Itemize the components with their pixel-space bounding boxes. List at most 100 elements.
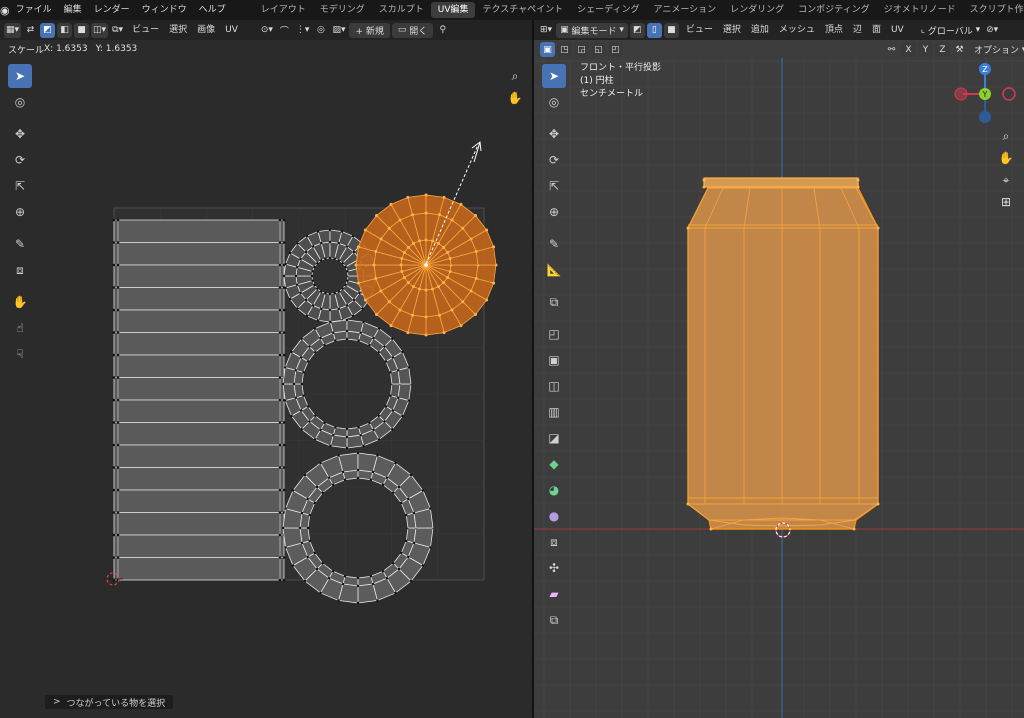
- uv-strip-face: [113, 264, 285, 288]
- scale-arrow-icon: [471, 141, 482, 163]
- viewport-canvas[interactable]: Z Y: [534, 20, 1024, 718]
- smooth-icon[interactable]: ●: [542, 504, 566, 528]
- blender-logo-icon[interactable]: ◉: [0, 0, 10, 20]
- gizmo-y-label: Y: [982, 90, 988, 99]
- move-icon[interactable]: ✥: [542, 122, 566, 146]
- loop-cut-icon[interactable]: ▥: [542, 400, 566, 424]
- uv-strip-face: [113, 444, 285, 468]
- uv-editor[interactable]: ▦▾ ⇄ ◩ ◧ ■ ◫▾ ⧉▾ ビュー 選択 画像 UV ⊙▾ ⌒ ⋮▾ ◎ ▨▾ …: [0, 20, 532, 718]
- workspace-tab[interactable]: テクスチャペイント: [475, 2, 570, 18]
- cursor-icon[interactable]: ◎: [8, 90, 32, 114]
- uv-strip-face: [113, 287, 285, 311]
- add-cube-icon[interactable]: ⧉: [542, 290, 566, 314]
- object-name: (1) 円柱: [580, 76, 614, 86]
- uv-strip-face: [113, 332, 285, 356]
- workspace-tab[interactable]: レイアウト: [254, 2, 313, 18]
- scale-icon[interactable]: ⇱: [542, 174, 566, 198]
- cylinder-rim: [703, 177, 859, 188]
- pan-hand-icon[interactable]: ✋: [996, 148, 1016, 168]
- last-operation-label: つながっている物を選択: [66, 698, 166, 709]
- shrink-fatten-icon[interactable]: ✣: [542, 556, 566, 580]
- workspace-tab[interactable]: シェーディング: [570, 2, 646, 18]
- inset-icon[interactable]: ▣: [542, 348, 566, 372]
- pinch-icon[interactable]: ☟: [8, 342, 32, 366]
- menu-item[interactable]: ファイル: [10, 0, 58, 20]
- uv-selected-disc: [354, 193, 498, 337]
- chevron-right-icon: >: [53, 697, 61, 707]
- bevel-icon[interactable]: ◫: [542, 374, 566, 398]
- cylinder-mesh: [686, 177, 880, 531]
- gizmo-neg-x-icon: [1002, 87, 1016, 101]
- annotate-icon[interactable]: ✎: [8, 232, 32, 256]
- uv-strip-face: [113, 467, 285, 491]
- viewport-toolbar: ➤ ◎ ✥ ⟳ ⇱ ⊕ ✎ 📐 ⧉ ◰ ▣ ◫ ▥ ◪ ◆ ◕ ● ⧈ ✣ ▰ …: [542, 64, 566, 634]
- menu-item[interactable]: ヘルプ: [193, 0, 232, 20]
- ortho-grid-icon[interactable]: ⊞: [996, 192, 1016, 212]
- uv-strip-face: [113, 557, 285, 581]
- extrude-icon[interactable]: ◰: [542, 322, 566, 346]
- zoom-icon[interactable]: ⌕: [505, 66, 525, 86]
- zoom-icon[interactable]: ⌕: [996, 126, 1016, 146]
- 3d-viewport[interactable]: ⊞▾ ▣ 編集モード ▾ ◩ ▯ ■ ビュー 選択 追加 メッシュ 頂点辺面 UV ⌞ グ…: [534, 20, 1024, 718]
- annotate-icon[interactable]: ✎: [542, 232, 566, 256]
- poly-build-icon[interactable]: ◆: [542, 452, 566, 476]
- last-operation-panel[interactable]: > つながっている物を選択: [44, 694, 175, 710]
- workspace-tab[interactable]: モデリング: [313, 2, 372, 18]
- rotate-icon[interactable]: ⟳: [542, 148, 566, 172]
- uv-canvas[interactable]: [0, 20, 532, 718]
- transform-icon[interactable]: ⊕: [8, 200, 32, 224]
- uv-strip-face: [113, 242, 285, 266]
- cylinder-body: [687, 179, 879, 530]
- view-name: フロント・平行投影: [580, 63, 662, 73]
- gizmo-z-label: Z: [982, 65, 988, 74]
- viewport-info-overlay: フロント・平行投影 (1) 円柱 センチメートル: [580, 62, 661, 101]
- uv-strip-face: [113, 354, 285, 378]
- rip-icon[interactable]: ⧈: [8, 258, 32, 282]
- knife-icon[interactable]: ◪: [542, 426, 566, 450]
- grab-icon[interactable]: ✋: [8, 290, 32, 314]
- uv-ring-face: [397, 366, 412, 385]
- menu-item[interactable]: 編集: [58, 0, 88, 20]
- navigation-gizmo: Z Y: [954, 63, 1016, 123]
- pan-hand-icon[interactable]: ✋: [505, 88, 525, 108]
- cursor-icon[interactable]: ◎: [542, 90, 566, 114]
- gizmo-neg-z-icon: [979, 111, 991, 123]
- spin-icon[interactable]: ◕: [542, 478, 566, 502]
- workspace-tab[interactable]: UV編集: [430, 2, 476, 18]
- main-menu: ファイル 編集 レンダー ウィンドウ ヘルプ: [10, 0, 232, 20]
- workspace-tab[interactable]: スカルプト: [372, 2, 431, 18]
- workspace-tab[interactable]: コンポジティング: [791, 2, 876, 18]
- uv-strip-face: [113, 309, 285, 333]
- uv-strip-face: [113, 219, 285, 243]
- uv-ring-face: [329, 319, 348, 334]
- select-box-icon[interactable]: ➤: [8, 64, 32, 88]
- workspace-tab[interactable]: レンダリング: [723, 2, 791, 18]
- edge-slide-icon[interactable]: ⧈: [542, 530, 566, 554]
- uv-strip-face: [113, 399, 285, 423]
- select-box-icon[interactable]: ➤: [542, 64, 566, 88]
- workspace-tab[interactable]: スクリプト作成: [963, 2, 1024, 18]
- uv-strip-island: [112, 218, 286, 582]
- uv-toolbar: ➤ ◎ ✥ ⟳ ⇱ ⊕ ✎ ⧈ ✋ ☝ ☟: [8, 64, 32, 368]
- uv-ring-face: [282, 383, 297, 402]
- menu-item[interactable]: レンダー: [88, 0, 136, 20]
- workspace-tab[interactable]: アニメーション: [647, 2, 724, 18]
- workspace-tab[interactable]: ジオメトリノード: [877, 2, 963, 18]
- uv-ring-face: [346, 434, 365, 449]
- unit-label: センチメートル: [580, 89, 644, 99]
- top-bar: ◉ ファイル 編集 レンダー ウィンドウ ヘルプ レイアウト モデリング スカルプト UV編集…: [0, 0, 1024, 20]
- measure-icon[interactable]: 📐: [542, 258, 566, 282]
- menu-item[interactable]: ウィンドウ: [136, 0, 193, 20]
- move-icon[interactable]: ✥: [8, 122, 32, 146]
- transform-icon[interactable]: ⊕: [542, 200, 566, 224]
- uv-strip-face: [113, 422, 285, 446]
- workspace-tabs: レイアウト モデリング スカルプト UV編集 テクスチャペイント シェーディング アニメーシ…: [254, 0, 1024, 20]
- gizmo-x-icon: [954, 87, 968, 101]
- rip-region-icon[interactable]: ⧉: [542, 608, 566, 632]
- camera-icon[interactable]: ⌖: [996, 170, 1016, 190]
- rotate-icon[interactable]: ⟳: [8, 148, 32, 172]
- uv-strip-face: [113, 534, 285, 558]
- relax-icon[interactable]: ☝: [8, 316, 32, 340]
- shear-icon[interactable]: ▰: [542, 582, 566, 606]
- scale-icon[interactable]: ⇱: [8, 174, 32, 198]
